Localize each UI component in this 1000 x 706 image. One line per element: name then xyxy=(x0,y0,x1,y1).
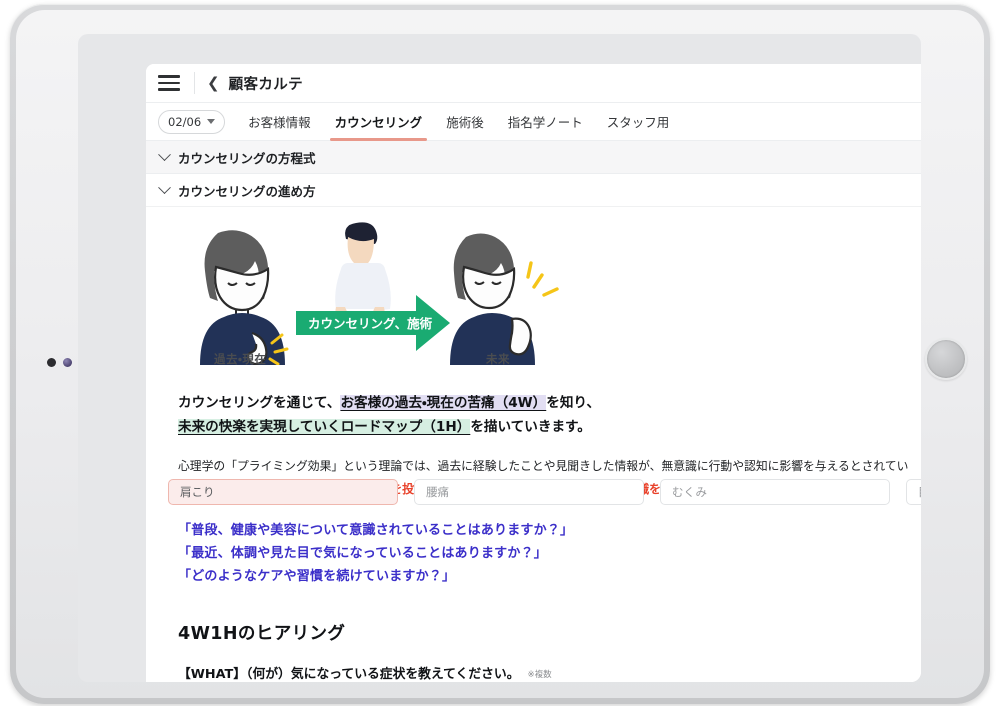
app-window: ❮ 顧客カルテ 02/06 お客様情報 カウンセリング 施術後 指名学ノート ス… xyxy=(146,64,921,682)
front-camera-icon xyxy=(47,358,56,367)
symptom-fields-row: 肩こり 腰痛 むくみ 目の疲れ xyxy=(168,479,921,505)
symptom-field-1-value: 肩こり xyxy=(180,485,215,499)
what-question-label: 【WHAT】（何が）気になっている症状を教えてください。 ※複数 xyxy=(178,663,921,682)
face-shape xyxy=(214,265,270,312)
sample-question-1: 「普段、健康や美容について意識されていることはありますか？」 xyxy=(178,522,574,538)
accordion-label: カウンセリングの進め方 xyxy=(178,183,316,199)
header-divider xyxy=(194,72,195,94)
paragraph-line-1: 心理学の「プライミング効果」という理論では、過去に経験したことや見聞きした情報が… xyxy=(178,459,909,474)
shirt-shape xyxy=(341,263,385,309)
face-shape xyxy=(462,265,516,310)
home-button[interactable] xyxy=(925,338,967,380)
headline-highlight-4w: お客様の過去・現在の苦痛（4W） xyxy=(340,395,547,411)
figure-therapist xyxy=(335,222,391,323)
what-question-note: ※複数 xyxy=(527,670,552,681)
sample-question-3: 「どのようなケアや習慣を続けていますか？」 xyxy=(178,568,456,584)
chevron-down-icon xyxy=(158,180,171,194)
ambient-light-sensor-icon xyxy=(63,358,72,367)
chevron-down-icon xyxy=(207,119,216,124)
sparkle-icon xyxy=(526,261,559,297)
face-shape xyxy=(347,237,374,267)
counseling-flow-illustration: カウンセリング、施術 過去・現在 未来 xyxy=(146,215,921,377)
content-scroll-area[interactable]: カウンセリング、施術 過去・現在 未来 カウンセリングを通じて、お客様の過去・現… xyxy=(146,207,921,682)
sample-question-2: 「最近、体調や見た目で気になっていることはありますか？」 xyxy=(178,545,547,561)
tab-bar: 02/06 お客様情報 カウンセリング 施術後 指名学ノート スタッフ用 xyxy=(146,103,921,141)
tablet-device-frame: ❮ 顧客カルテ 02/06 お客様情報 カウンセリング 施術後 指名学ノート ス… xyxy=(10,4,990,704)
tablet-screen: ❮ 顧客カルテ 02/06 お客様情報 カウンセリング 施術後 指名学ノート ス… xyxy=(78,34,921,682)
symptom-field-2[interactable]: 腰痛 xyxy=(414,479,644,505)
tab-after-treatment[interactable]: 施術後 xyxy=(437,103,493,141)
arrow-label: カウンセリング、施術 xyxy=(308,316,433,331)
symptom-field-3-placeholder: むくみ xyxy=(672,485,707,499)
accordion-label: カウンセリングの方程式 xyxy=(178,150,316,166)
symptom-field-3[interactable]: むくみ xyxy=(660,479,890,505)
chevron-down-icon xyxy=(158,147,171,161)
hamburger-menu-icon[interactable] xyxy=(158,75,180,91)
symptom-field-2-placeholder: 腰痛 xyxy=(426,485,449,499)
accordion-counseling-equation[interactable]: カウンセリングの方程式 xyxy=(146,141,921,174)
back-chevron-icon[interactable]: ❮ xyxy=(207,75,220,91)
date-chip-label: 02/06 xyxy=(168,114,202,129)
symptom-field-1[interactable]: 肩こり xyxy=(168,479,398,505)
page-title: 顧客カルテ xyxy=(228,76,304,93)
section-title-4w1h: 4W1Hのヒアリング xyxy=(178,624,346,645)
date-selector-chip[interactable]: 02/06 xyxy=(158,109,226,134)
headline-text: カウンセリングを通じて、お客様の過去・現在の苦痛（4W）を知り、 未来の快楽を実… xyxy=(178,391,921,439)
tablet-bezel: ❮ 顧客カルテ 02/06 お客様情報 カウンセリング 施術後 指名学ノート ス… xyxy=(16,10,984,698)
illustration-caption-right: 未来 xyxy=(486,352,510,366)
symptom-field-4[interactable]: 目の疲れ xyxy=(906,479,921,505)
tab-nomination-note[interactable]: 指名学ノート xyxy=(499,103,592,141)
sample-questions-list: 「普段、健康や美容について意識されていることはありますか？」 「最近、体調や見た… xyxy=(178,519,921,588)
headline-highlight-1h: 未来の快楽を実現していくロードマップ（1H） xyxy=(178,419,471,436)
illustration-svg: カウンセリング、施術 xyxy=(200,222,559,365)
headline-line1-suffix: を知り、 xyxy=(546,395,601,411)
tab-counseling[interactable]: カウンセリング xyxy=(326,103,432,141)
tab-staff[interactable]: スタッフ用 xyxy=(598,103,679,141)
what-question-text: 【WHAT】（何が）気になっている症状を教えてください。 xyxy=(178,667,520,682)
illustration-caption-left: 過去・現在 xyxy=(214,352,267,366)
headline-line2-suffix: を描いていきます。 xyxy=(470,419,591,436)
symptom-field-4-placeholder: 目の疲れ xyxy=(918,484,921,500)
tab-customer-info[interactable]: お客様情報 xyxy=(239,103,320,141)
accordion-counseling-process[interactable]: カウンセリングの進め方 xyxy=(146,174,921,207)
fist-shape xyxy=(508,317,532,356)
figure-past-present xyxy=(200,230,289,365)
figure-future xyxy=(450,233,559,365)
app-header: ❮ 顧客カルテ xyxy=(146,64,921,103)
headline-line1-prefix: カウンセリングを通じて、 xyxy=(178,395,341,411)
